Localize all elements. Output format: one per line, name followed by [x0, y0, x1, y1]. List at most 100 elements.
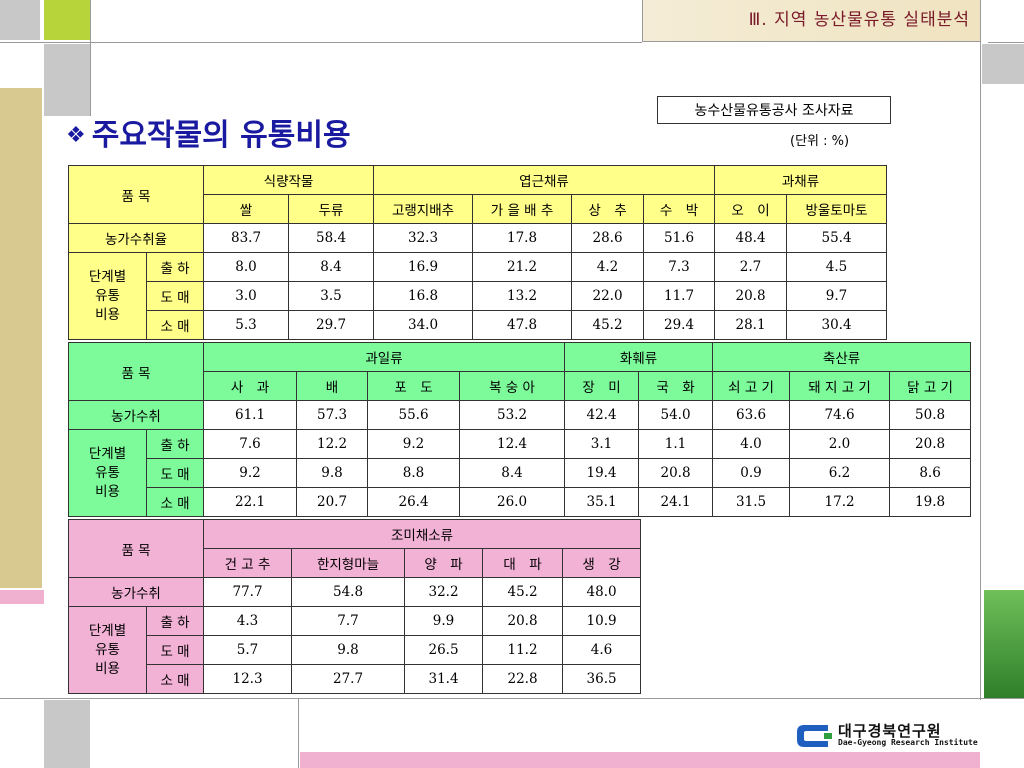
frame-block-top-left	[0, 0, 40, 40]
crop-header: 생 강	[562, 548, 642, 578]
wholesale-cell: 4.6	[562, 635, 642, 665]
wholesale-cell: 9.8	[296, 458, 369, 488]
share-label: 농가수취	[67, 400, 205, 430]
share-cell: 77.7	[203, 577, 293, 607]
retail-cell: 31.5	[712, 487, 791, 517]
ship-cell: 10.9	[562, 606, 642, 636]
wholesale-cell: 8.8	[367, 458, 461, 488]
wholesale-cell: 11.7	[643, 281, 716, 311]
retail-cell: 22.1	[203, 487, 298, 517]
wholesale-cell: 6.2	[789, 458, 891, 488]
page-title-text: 주요작물의 유통비용	[91, 118, 351, 153]
share-cell: 28.6	[571, 223, 645, 253]
ship-cell: 4.5	[786, 252, 888, 282]
wholesale-cell: 8.6	[889, 458, 972, 488]
cost-table-2: 품 목 과일류 화훼류 축산류 사 과 배 포 도 복 숭 아 장 미 국 화 …	[67, 342, 972, 517]
cost-table-1: 품 목 식량작물 엽근채류 과채류 쌀 두류 고랭지배추 가 을 배 추 상 추…	[67, 165, 888, 340]
crop-header: 두류	[288, 194, 375, 224]
frame-line-bottom-vert	[298, 698, 299, 768]
crop-header: 국 화	[638, 371, 714, 401]
ship-cell: 2.7	[714, 252, 788, 282]
share-cell: 53.2	[459, 400, 566, 430]
share-cell: 45.2	[482, 577, 564, 607]
frame-block-lime	[44, 0, 90, 40]
share-cell: 48.0	[562, 577, 642, 607]
wholesale-cell: 20.8	[714, 281, 788, 311]
share-cell: 48.4	[714, 223, 788, 253]
stage-label-line: 단계별	[88, 268, 127, 285]
share-cell: 54.0	[638, 400, 714, 430]
crop-header: 건 고 추	[203, 548, 293, 578]
ship-cell: 8.4	[288, 252, 375, 282]
stage-label-line: 유통	[95, 287, 120, 304]
institute-logo: 대구경북연구원 Dae-Gyeong Research Institute	[794, 722, 978, 750]
crop-header: 오 이	[714, 194, 788, 224]
share-cell: 55.4	[786, 223, 888, 253]
group-header: 과채류	[714, 165, 888, 195]
stage-label-line: 비용	[95, 483, 120, 500]
retail-cell: 26.0	[459, 487, 566, 517]
share-cell: 42.4	[564, 400, 640, 430]
crop-header: 방울토마토	[786, 194, 888, 224]
unit-note: (단위 : %)	[790, 134, 850, 149]
frame-line-bottom	[0, 698, 1024, 699]
crop-header: 돼 지 고 기	[789, 371, 891, 401]
retail-cell: 27.7	[291, 664, 406, 694]
share-cell: 51.6	[643, 223, 716, 253]
ship-cell: 20.8	[889, 429, 972, 459]
source-note: 농수산물유통공사 조사자료	[657, 96, 891, 124]
retail-cell: 20.7	[296, 487, 369, 517]
retail-cell: 47.8	[472, 310, 573, 340]
wholesale-cell: 22.0	[571, 281, 645, 311]
ship-cell: 8.0	[203, 252, 290, 282]
wholesale-cell: 11.2	[482, 635, 564, 665]
wholesale-cell: 0.9	[712, 458, 791, 488]
share-label: 농가수취율	[67, 223, 205, 253]
wholesale-label: 도 매	[145, 458, 205, 488]
stage-label-line: 비용	[95, 660, 120, 677]
retail-cell: 28.1	[714, 310, 788, 340]
ship-cell: 7.6	[203, 429, 298, 459]
retail-cell: 29.4	[643, 310, 716, 340]
ship-cell: 3.1	[564, 429, 640, 459]
retail-cell: 19.8	[889, 487, 972, 517]
group-header: 축산류	[712, 342, 972, 372]
wholesale-cell: 19.4	[564, 458, 640, 488]
ship-cell: 4.2	[571, 252, 645, 282]
retail-cell: 30.4	[786, 310, 888, 340]
group-header: 식량작물	[203, 165, 375, 195]
ship-cell: 20.8	[482, 606, 564, 636]
wholesale-cell: 13.2	[472, 281, 573, 311]
crop-header: 사 과	[203, 371, 298, 401]
stage-label-line: 단계별	[88, 622, 127, 639]
share-label: 농가수취	[67, 577, 205, 607]
crop-header: 양 파	[404, 548, 484, 578]
wholesale-cell: 9.2	[203, 458, 298, 488]
frame-strip-left	[0, 88, 42, 588]
stage-label-line: 유통	[95, 464, 120, 481]
group-header: 과일류	[203, 342, 566, 372]
crop-header: 닭 고 기	[889, 371, 972, 401]
institute-logo-icon	[797, 725, 832, 747]
wholesale-cell: 20.8	[638, 458, 714, 488]
ship-cell: 4.0	[712, 429, 791, 459]
retail-cell: 45.2	[571, 310, 645, 340]
retail-cell: 26.4	[367, 487, 461, 517]
retail-label: 소 매	[145, 310, 205, 340]
share-cell: 57.3	[296, 400, 369, 430]
wholesale-cell: 16.8	[373, 281, 474, 311]
crop-header: 한지형마늘	[291, 548, 406, 578]
section-title: Ⅲ. 지역 농산물유통 실태분석	[642, 0, 980, 42]
ship-cell: 1.1	[638, 429, 714, 459]
page-title: ❖ 주요작물의 유통비용	[66, 110, 351, 154]
crop-header: 수 박	[643, 194, 716, 224]
retail-cell: 12.3	[203, 664, 293, 694]
share-cell: 17.8	[472, 223, 573, 253]
frame-block-grey	[44, 44, 90, 116]
item-header: 품 목	[67, 342, 205, 401]
retail-cell: 35.1	[564, 487, 640, 517]
frame-strip-green	[984, 590, 1024, 698]
share-cell: 32.3	[373, 223, 474, 253]
frame-line-right-2	[988, 42, 1024, 43]
wholesale-cell: 8.4	[459, 458, 566, 488]
